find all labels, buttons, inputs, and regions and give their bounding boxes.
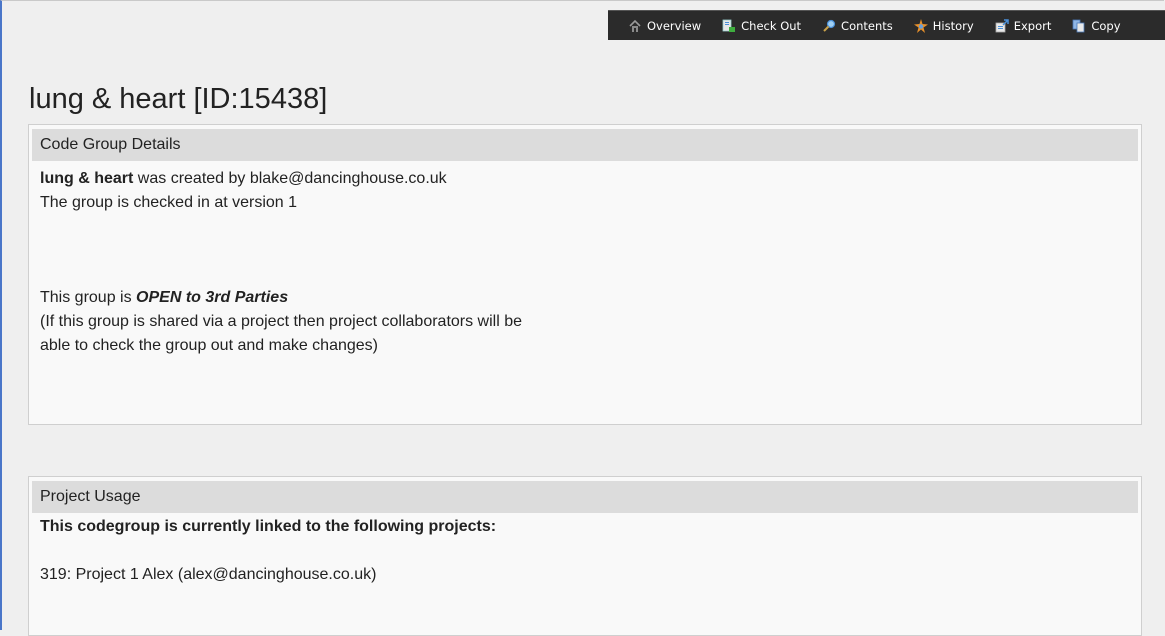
contents-button[interactable]: Contents (822, 19, 893, 33)
panel-header: Code Group Details (32, 129, 1138, 161)
open-status: OPEN to 3rd Parties (136, 289, 289, 306)
open-note-line-1: (If this group is shared via a project t… (40, 313, 523, 330)
export-button[interactable]: Export (995, 18, 1052, 33)
history-button[interactable]: History (913, 18, 974, 33)
page-title: lung & heart [ID:15438] (29, 83, 328, 115)
open-prefix: This group is (40, 289, 137, 306)
history-icon (913, 18, 928, 33)
check-out-button[interactable]: Check Out (722, 19, 801, 33)
search-icon (823, 19, 836, 32)
created-by-text: was created by blake@dancinghouse.co.uk (133, 170, 447, 187)
overview-button[interactable]: Overview (628, 19, 701, 33)
open-note-line-2: able to check the group out and make cha… (40, 337, 378, 354)
version-line: The group is checked in at version 1 (40, 194, 298, 211)
project-list-item: 319: Project 1 Alex (alex@dancinghouse.c… (40, 566, 377, 583)
checkout-icon (722, 19, 736, 32)
copy-label: Copy (1091, 18, 1121, 33)
panel-body: lung & heart was created by blake@dancin… (29, 161, 1141, 364)
contents-label: Contents (841, 18, 893, 33)
copy-icon (1072, 19, 1085, 32)
home-icon (629, 19, 641, 32)
export-label: Export (1013, 18, 1052, 33)
overview-label: Overview (647, 18, 702, 33)
check-out-label: Check Out (741, 18, 802, 33)
created-by-line: lung & heart was created by blake@dancin… (40, 167, 1130, 191)
panel-header: Project Usage (32, 481, 1138, 513)
usage-intro: This codegroup is currently linked to th… (40, 518, 497, 535)
copy-button[interactable]: Copy (1072, 18, 1121, 33)
open-status-line: This group is OPEN to 3rd Parties (40, 286, 1130, 310)
group-name: lung & heart (40, 170, 134, 187)
toolbar: Overview Check Out Contents History Expo… (608, 10, 1165, 40)
history-label: History (932, 18, 974, 33)
panel-body: This codegroup is currently linked to th… (29, 513, 1141, 593)
code-group-details-panel: Code Group Details lung & heart was crea… (28, 124, 1142, 425)
project-usage-panel: Project Usage This codegroup is currentl… (28, 476, 1142, 636)
export-icon (995, 18, 1009, 32)
